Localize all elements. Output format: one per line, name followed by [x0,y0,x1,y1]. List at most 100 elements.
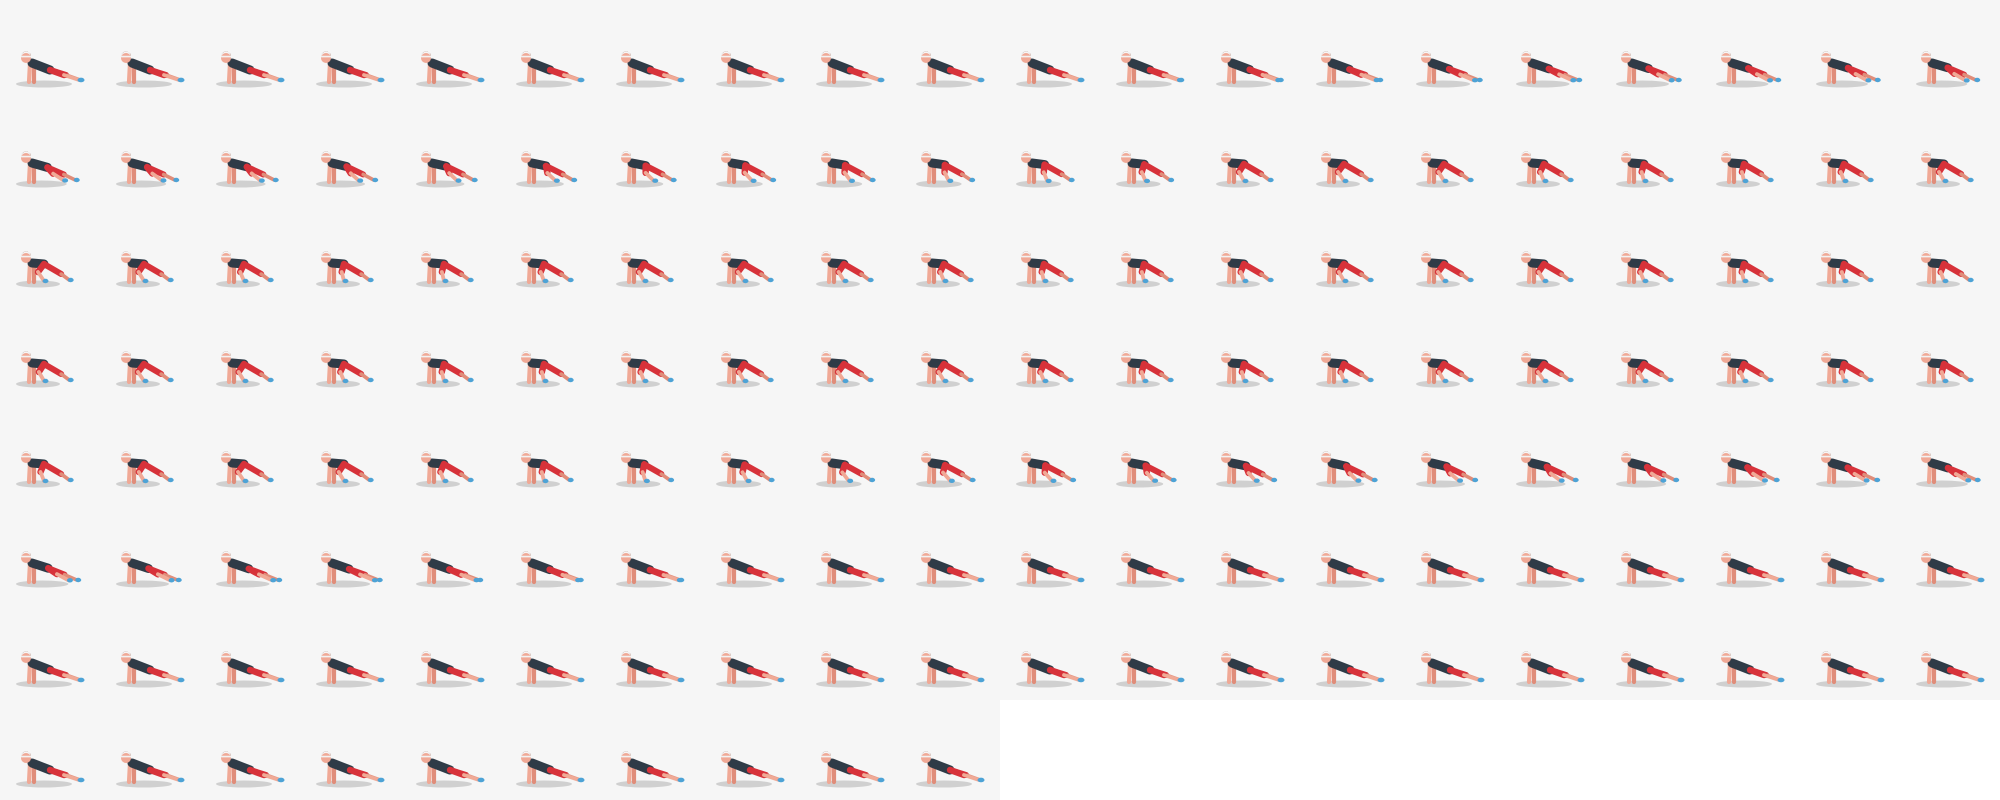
headband [621,755,631,758]
shoe-front [553,178,560,183]
shoe-back [1667,377,1674,383]
figure-shadow [1916,680,1972,688]
sprite-frame [300,500,400,600]
head [1621,453,1631,463]
sprite-frame [900,0,1000,100]
shoe-back [173,177,180,183]
head [221,353,231,363]
head [921,53,931,63]
shoe-back [471,177,478,183]
headband [921,155,931,158]
headband [821,355,831,358]
shoe-front [652,178,659,183]
headband [921,555,931,558]
headband [1921,555,1931,558]
headband [1721,55,1731,58]
shoe-front [1277,577,1284,583]
shoe-front [1176,77,1183,83]
headband [21,355,31,358]
shoe-back [1974,77,1981,83]
sprite-figure [516,451,574,488]
shoe-front [342,378,349,384]
headband [921,755,931,758]
shoe-front [847,478,854,484]
shoe-front [1642,378,1649,384]
headband [321,455,331,458]
figure-shadow [116,80,172,88]
head [21,553,31,563]
sprite-frame [1500,500,1600,600]
head [1521,453,1531,463]
shoe-front [1842,178,1849,184]
head [721,353,731,363]
head [1221,53,1231,63]
headband [521,755,531,758]
shoe-back [969,477,976,483]
figure-shadow [116,580,169,588]
sprite-figure [616,751,685,788]
sprite-frame [200,100,300,200]
sprite-frame [200,400,300,500]
shoe-front [1865,78,1872,83]
sprite-frame [1200,200,1300,300]
headband [1021,455,1031,458]
shoe-back [767,277,774,283]
shoe-back [567,377,574,383]
figure-shadow [316,380,360,388]
head [121,153,131,163]
shin-back [759,472,772,482]
shoe-back [1567,377,1574,383]
shoe-back [267,377,274,383]
figure-shadow [316,280,360,288]
headband [1321,455,1331,458]
sprite-figure [1716,551,1785,588]
sprite-figure [216,151,279,188]
shoe-back [467,477,474,483]
figure-shadow [616,480,661,488]
headband [1221,55,1231,58]
headband [921,55,931,58]
head [1821,53,1831,63]
shin-back [860,172,873,182]
sprite-frame [100,400,200,500]
sprite-figure [1516,651,1585,688]
headband [1221,255,1231,258]
figure-shadow [16,280,60,288]
shoe-front [1942,378,1949,384]
headband [621,655,631,658]
headband [1221,355,1231,358]
shin-back [1561,472,1577,482]
shin-front [1962,573,1981,582]
shoe-back [1168,177,1175,183]
figure-shadow [316,80,372,88]
headband [221,355,231,358]
head [1921,653,1931,663]
shin-front [136,370,146,383]
head [521,253,531,263]
sprite-frame [100,600,200,700]
head [1721,453,1731,463]
shoe-front [242,478,249,484]
head [1121,353,1131,363]
sprite-frame [500,600,600,700]
head [821,453,831,463]
sprite-figure [116,351,174,388]
sprite-figure [1216,651,1285,688]
headband [1121,455,1131,458]
sprite-figure [616,551,685,588]
shoe-front [377,77,384,83]
head [521,553,531,563]
shin-front [862,673,881,682]
headband [221,55,231,58]
shin-front [1562,673,1581,682]
sprite-figure [1416,51,1483,88]
headband [21,755,31,758]
headband [321,355,331,358]
shoe-front [277,77,284,83]
figure-shadow [16,680,72,688]
shoe-back [1367,377,1374,383]
sprite-frame [1200,400,1300,500]
headband [1321,155,1331,158]
shoe-front [1377,577,1384,583]
shin-front [962,673,981,682]
